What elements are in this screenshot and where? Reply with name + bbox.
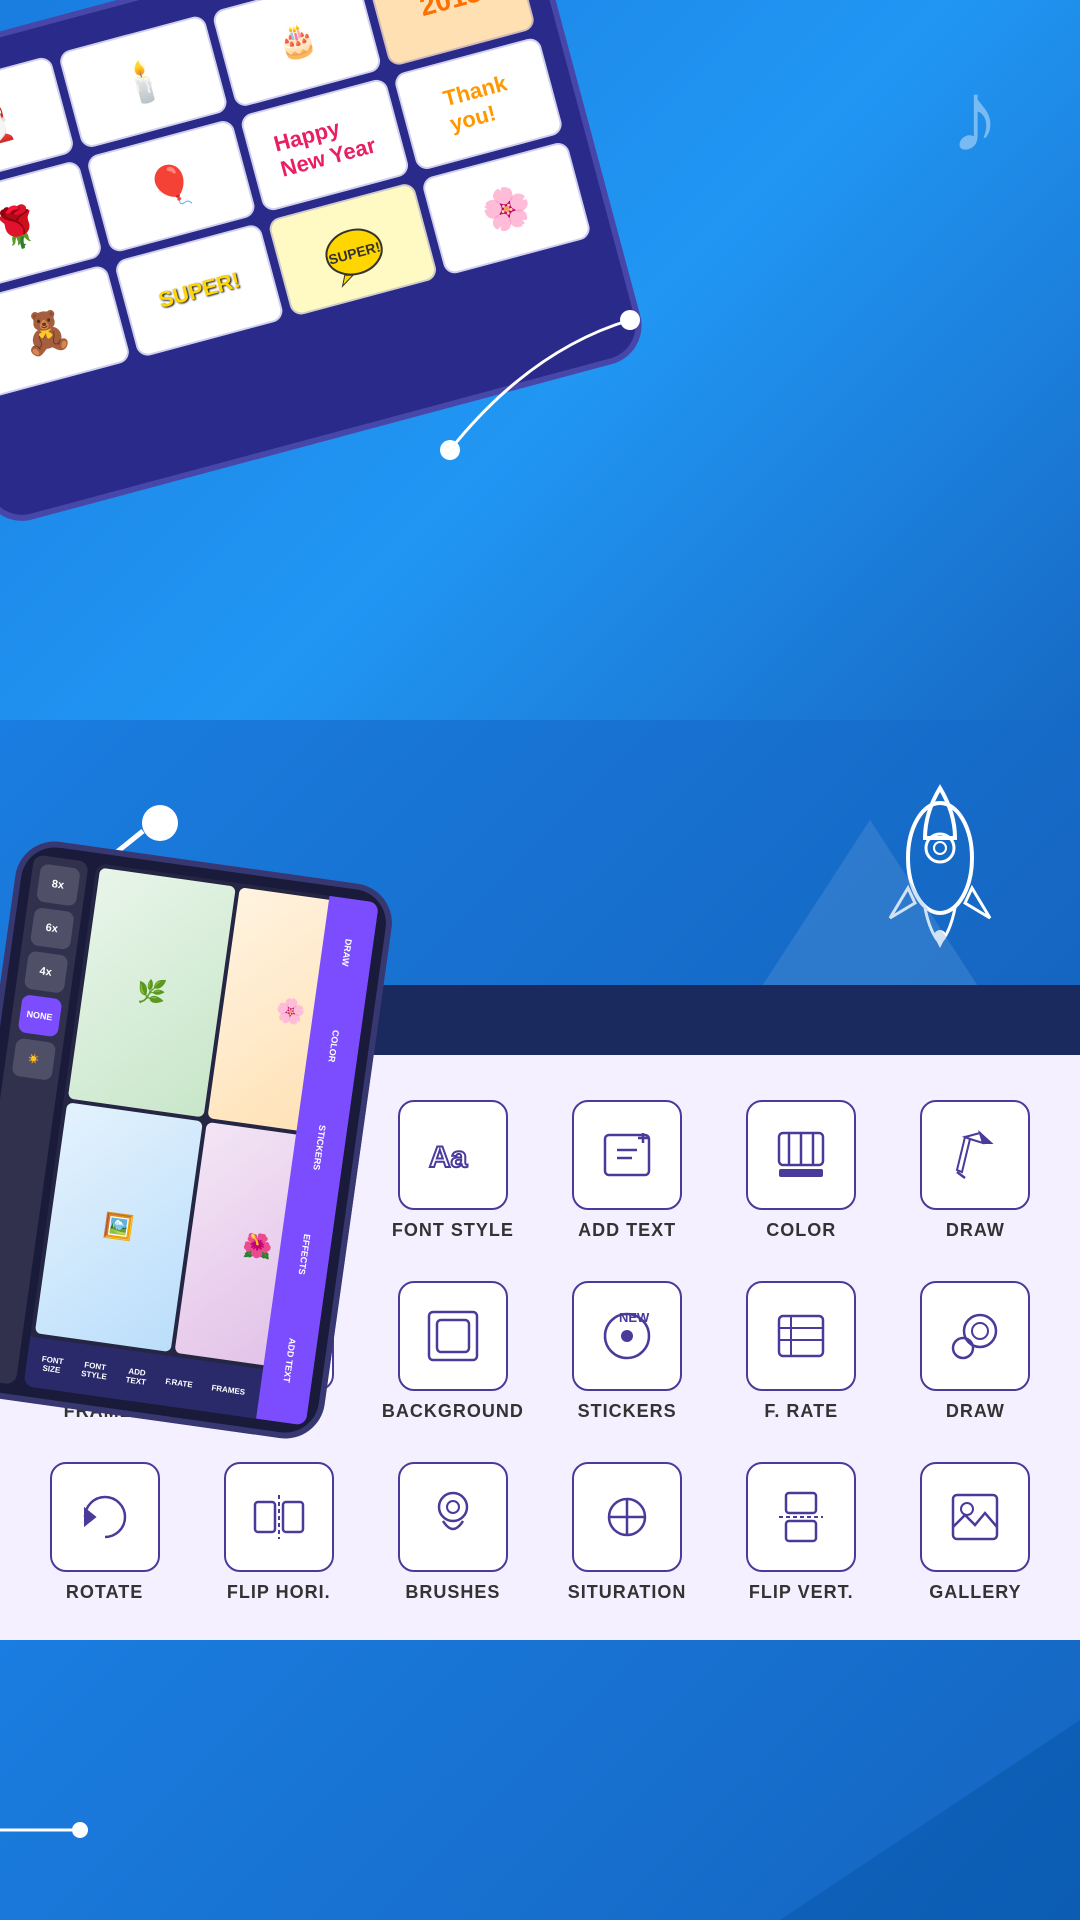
- add-text-icon-box: [572, 1100, 682, 1210]
- font-style-label: FONT STYLE: [392, 1220, 514, 1241]
- bottom-triangle-decoration: [780, 1720, 1080, 1920]
- sidebar-8x: 8x: [35, 863, 80, 906]
- function-rotate[interactable]: ROTATE: [20, 1447, 189, 1618]
- toolbar-draw: DRAW: [340, 938, 354, 967]
- font-style-icon-box: Aa: [398, 1100, 508, 1210]
- top-section: ♪ 🎅 🕯️ 🎂 2018 🌹 🎈 HappyNew Year Thankyou…: [0, 0, 1080, 820]
- function-brushes[interactable]: BRUSHES: [368, 1447, 537, 1618]
- function-add-text[interactable]: ADD TEXT: [543, 1085, 712, 1256]
- flip-hori-label: FLIP HORI.: [227, 1582, 331, 1603]
- function-stickers[interactable]: NEW STICKERS: [543, 1266, 712, 1437]
- draw2-icon-box: [920, 1281, 1030, 1391]
- svg-text:Aa: Aa: [429, 1141, 468, 1174]
- f-rate-label: F. RATE: [764, 1401, 838, 1422]
- rotate-icon-box: [50, 1462, 160, 1572]
- sticker-cell: 🧸: [0, 264, 132, 400]
- stickers-icon-box: NEW: [572, 1281, 682, 1391]
- brushes-label: BRUSHES: [405, 1582, 500, 1603]
- gallery-label: GALLERY: [929, 1582, 1021, 1603]
- toolbar-color: COLOR: [326, 1029, 340, 1063]
- function-font-style[interactable]: Aa FONT STYLE: [368, 1085, 537, 1256]
- rotate-label: ROTATE: [66, 1582, 143, 1603]
- background-label: BACKGROUND: [382, 1401, 524, 1422]
- add-text-label: ADD TEXT: [578, 1220, 676, 1241]
- function-situration[interactable]: SITURATION: [543, 1447, 712, 1618]
- sidebar-4x: 4x: [23, 950, 68, 993]
- music-note-decoration: ♪: [950, 60, 1000, 175]
- f-rate-icon-box: [746, 1281, 856, 1391]
- function-color[interactable]: COLOR: [717, 1085, 886, 1256]
- flip-vert-icon-box: [746, 1462, 856, 1572]
- color-label: COLOR: [766, 1220, 836, 1241]
- draw2-label: DRAW: [946, 1401, 1005, 1422]
- brushes-icon-box: [398, 1462, 508, 1572]
- svg-text:NEW: NEW: [619, 1310, 650, 1325]
- bottom-section: [0, 1640, 1080, 1920]
- gallery-icon-box: [920, 1462, 1030, 1572]
- function-draw2[interactable]: DRAW: [891, 1266, 1060, 1437]
- flip-vert-label: FLIP VERT.: [749, 1582, 854, 1603]
- sidebar-brightness: ☀️: [11, 1038, 56, 1081]
- toolbar-stickers: STICKERS: [311, 1125, 327, 1171]
- function-background[interactable]: BACKGROUND: [368, 1266, 537, 1437]
- function-gallery[interactable]: GALLERY: [891, 1447, 1060, 1618]
- sidebar-none: NONE: [17, 994, 62, 1037]
- function-f-rate[interactable]: F. RATE: [717, 1266, 886, 1437]
- music-line-decoration: [0, 1820, 100, 1840]
- function-flip-vert[interactable]: FLIP VERT.: [717, 1447, 886, 1618]
- function-draw[interactable]: DRAW: [891, 1085, 1060, 1256]
- background-icon-box: [398, 1281, 508, 1391]
- function-flip-hori[interactable]: FLIP HORI.: [194, 1447, 363, 1618]
- draw-icon-box: [920, 1100, 1030, 1210]
- situration-label: SITURATION: [568, 1582, 687, 1603]
- connector-line: [430, 300, 680, 500]
- stickers2-label: STICKERS: [578, 1401, 677, 1422]
- toolbar-effects: EFFECTS: [297, 1233, 313, 1275]
- sidebar-6x: 6x: [29, 907, 74, 950]
- situration-icon-box: [572, 1462, 682, 1572]
- toolbar-add-text: ADD TEXT: [281, 1337, 297, 1383]
- flip-hori-icon-box: [224, 1462, 334, 1572]
- draw-label: DRAW: [946, 1220, 1005, 1241]
- color-icon-box: [746, 1100, 856, 1210]
